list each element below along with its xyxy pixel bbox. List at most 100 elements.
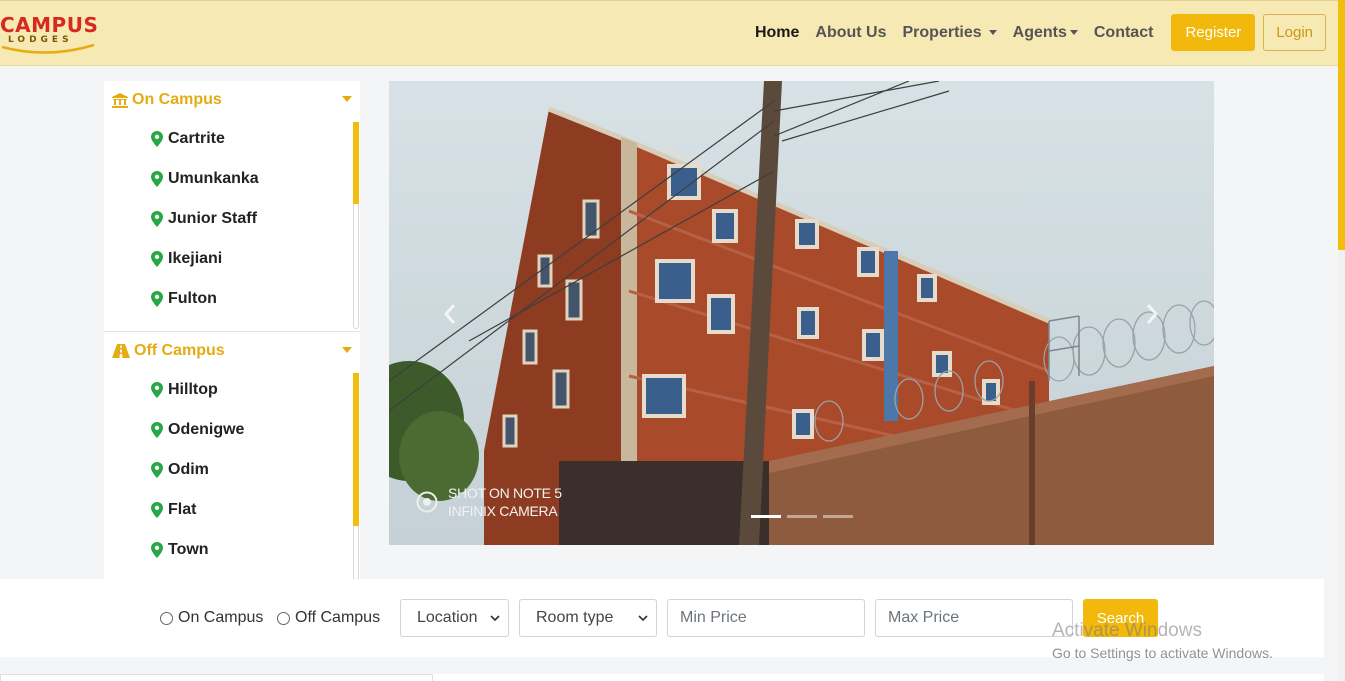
logo-swoosh-icon bbox=[1, 43, 95, 54]
sidebar-item-label: Fulton bbox=[168, 290, 217, 307]
chevron-down-icon bbox=[490, 615, 500, 622]
map-marker-icon bbox=[151, 422, 163, 438]
map-marker-icon bbox=[151, 502, 163, 518]
sidebar-item-label: Ikejiani bbox=[168, 250, 223, 267]
on-campus-radio-label: On Campus bbox=[178, 609, 264, 626]
carousel-indicators bbox=[751, 515, 859, 518]
map-marker-icon bbox=[151, 542, 163, 558]
nav-contact[interactable]: Contact bbox=[1094, 24, 1154, 42]
sidebar-item-label: Town bbox=[168, 541, 209, 558]
carousel-indicator-3[interactable] bbox=[823, 515, 853, 518]
sidebar-item-label: Junior Staff bbox=[168, 210, 257, 227]
watermark-text: SHOT ON NOTE 5 INFINIX CAMERA bbox=[448, 484, 562, 520]
sidebar-item-hilltop[interactable]: Hilltop bbox=[104, 370, 360, 410]
camera-watermark: SHOT ON NOTE 5 INFINIX CAMERA bbox=[416, 484, 562, 520]
carousel-indicator-1[interactable] bbox=[751, 515, 781, 518]
caret-down-icon bbox=[988, 30, 997, 35]
scrollbar-thumb[interactable] bbox=[353, 373, 359, 526]
activate-windows-title: Activate Windows bbox=[1052, 620, 1202, 641]
watermark-line-1: SHOT ON NOTE 5 bbox=[448, 485, 562, 501]
university-icon bbox=[112, 92, 128, 108]
sidebar-item-fulton[interactable]: Fulton bbox=[104, 279, 360, 319]
chevron-down-icon bbox=[638, 615, 648, 622]
nav-contact-label: Contact bbox=[1093, 23, 1154, 41]
on-campus-list: Cartrite Umunkanka Junior Staff Ikejiani… bbox=[104, 119, 360, 329]
off-campus-radio-label: Off Campus bbox=[295, 609, 381, 626]
sidebar-item-junior-staff[interactable]: Junior Staff bbox=[104, 199, 360, 239]
nav-about-us[interactable]: About Us bbox=[815, 24, 886, 42]
sidebar-item-label: Odim bbox=[168, 461, 209, 478]
map-marker-icon bbox=[151, 462, 163, 478]
nav-home-label: Home bbox=[754, 23, 800, 41]
radio-circle[interactable] bbox=[277, 611, 290, 625]
off-campus-scrollbar[interactable] bbox=[353, 373, 359, 580]
map-marker-icon bbox=[151, 211, 163, 227]
page-scrollbar[interactable] bbox=[1338, 0, 1345, 681]
max-price-placeholder: Max Price bbox=[888, 609, 960, 626]
carousel-prev-button[interactable] bbox=[439, 302, 463, 326]
scrollbar-thumb[interactable] bbox=[353, 122, 359, 204]
map-marker-icon bbox=[151, 251, 163, 267]
sidebar-item-label: Odenigwe bbox=[168, 421, 245, 438]
sidebar-item-ikejiani[interactable]: Ikejiani bbox=[104, 239, 360, 279]
logo-main-text: CAMPUS bbox=[0, 13, 99, 37]
nav-agents-dropdown[interactable]: Agents bbox=[1013, 24, 1078, 42]
off-campus-group: Off Campus Hilltop Odenigwe Odim Flat To… bbox=[104, 331, 360, 580]
on-campus-toggle[interactable]: On Campus bbox=[104, 81, 360, 119]
sidebar-item-odim[interactable]: Odim bbox=[104, 450, 360, 490]
location-select[interactable]: Location bbox=[400, 599, 509, 637]
sidebar-item-odenigwe[interactable]: Odenigwe bbox=[104, 410, 360, 450]
min-price-input[interactable]: Min Price bbox=[667, 599, 865, 637]
room-type-select[interactable]: Room type bbox=[519, 599, 657, 637]
next-section-card bbox=[0, 674, 433, 681]
off-campus-radio[interactable]: Off Campus bbox=[277, 609, 380, 627]
map-marker-icon bbox=[151, 131, 163, 147]
radio-circle[interactable] bbox=[160, 611, 173, 625]
off-campus-toggle[interactable]: Off Campus bbox=[104, 332, 360, 370]
off-campus-list: Hilltop Odenigwe Odim Flat Town bbox=[104, 370, 360, 580]
on-campus-group: On Campus Cartrite Umunkanka Junior Staf… bbox=[104, 81, 360, 331]
sidebar-item-town[interactable]: Town bbox=[104, 530, 360, 570]
register-button[interactable]: Register bbox=[1171, 14, 1256, 51]
map-marker-icon bbox=[151, 291, 163, 307]
on-campus-radio[interactable]: On Campus bbox=[160, 609, 263, 627]
sidebar-item-umunkanka[interactable]: Umunkanka bbox=[104, 159, 360, 199]
map-marker-icon bbox=[151, 171, 163, 187]
caret-down-icon bbox=[342, 347, 352, 353]
sidebar-item-cartrite[interactable]: Cartrite bbox=[104, 119, 360, 159]
login-button[interactable]: Login bbox=[1263, 14, 1326, 51]
navbar: CAMPUS LODGES Home About Us Properties A… bbox=[0, 0, 1338, 66]
on-campus-scrollbar[interactable] bbox=[353, 122, 359, 329]
chevron-right-icon bbox=[1146, 304, 1159, 324]
on-campus-title: On Campus bbox=[132, 91, 222, 108]
sidebar-item-flat[interactable]: Flat bbox=[104, 490, 360, 530]
max-price-input[interactable]: Max Price bbox=[875, 599, 1073, 637]
page-scrollbar-thumb[interactable] bbox=[1338, 0, 1345, 250]
map-marker-icon bbox=[151, 382, 163, 398]
activate-windows-watermark: Activate Windows Go to Settings to activ… bbox=[1052, 620, 1273, 661]
carousel-next-button[interactable] bbox=[1139, 302, 1163, 326]
nav-about-label: About Us bbox=[815, 23, 887, 41]
caret-down-icon bbox=[1069, 30, 1078, 35]
off-campus-title: Off Campus bbox=[134, 342, 225, 359]
chevron-left-icon bbox=[443, 304, 456, 324]
sidebar-item-label: Cartrite bbox=[168, 130, 225, 147]
activate-windows-subtitle: Go to Settings to activate Windows. bbox=[1052, 645, 1273, 661]
nav-agents-label: Agents bbox=[1012, 23, 1067, 41]
room-type-select-value: Room type bbox=[536, 609, 614, 626]
caret-down-icon bbox=[342, 96, 352, 102]
nav-properties-dropdown[interactable]: Properties bbox=[903, 24, 997, 42]
watermark-line-2: INFINIX CAMERA bbox=[448, 503, 558, 519]
location-select-value: Location bbox=[417, 609, 478, 626]
hostel-building-image: GOSHEN bbox=[389, 81, 1214, 545]
carousel-indicator-2[interactable] bbox=[787, 515, 817, 518]
camera-lens-icon bbox=[416, 491, 438, 513]
nav-links: Home About Us Properties Agents Contact … bbox=[739, 14, 1326, 51]
nav-home[interactable]: Home bbox=[755, 24, 799, 42]
next-section-band bbox=[433, 674, 1324, 681]
sidebar-item-label: Flat bbox=[168, 501, 197, 518]
nav-properties-label: Properties bbox=[902, 23, 982, 41]
hero-carousel: GOSHEN SHOT ON NOTE 5 INFINIX CAMERA bbox=[389, 81, 1214, 545]
min-price-placeholder: Min Price bbox=[680, 609, 747, 626]
campus-lodges-logo[interactable]: CAMPUS LODGES bbox=[0, 13, 100, 55]
